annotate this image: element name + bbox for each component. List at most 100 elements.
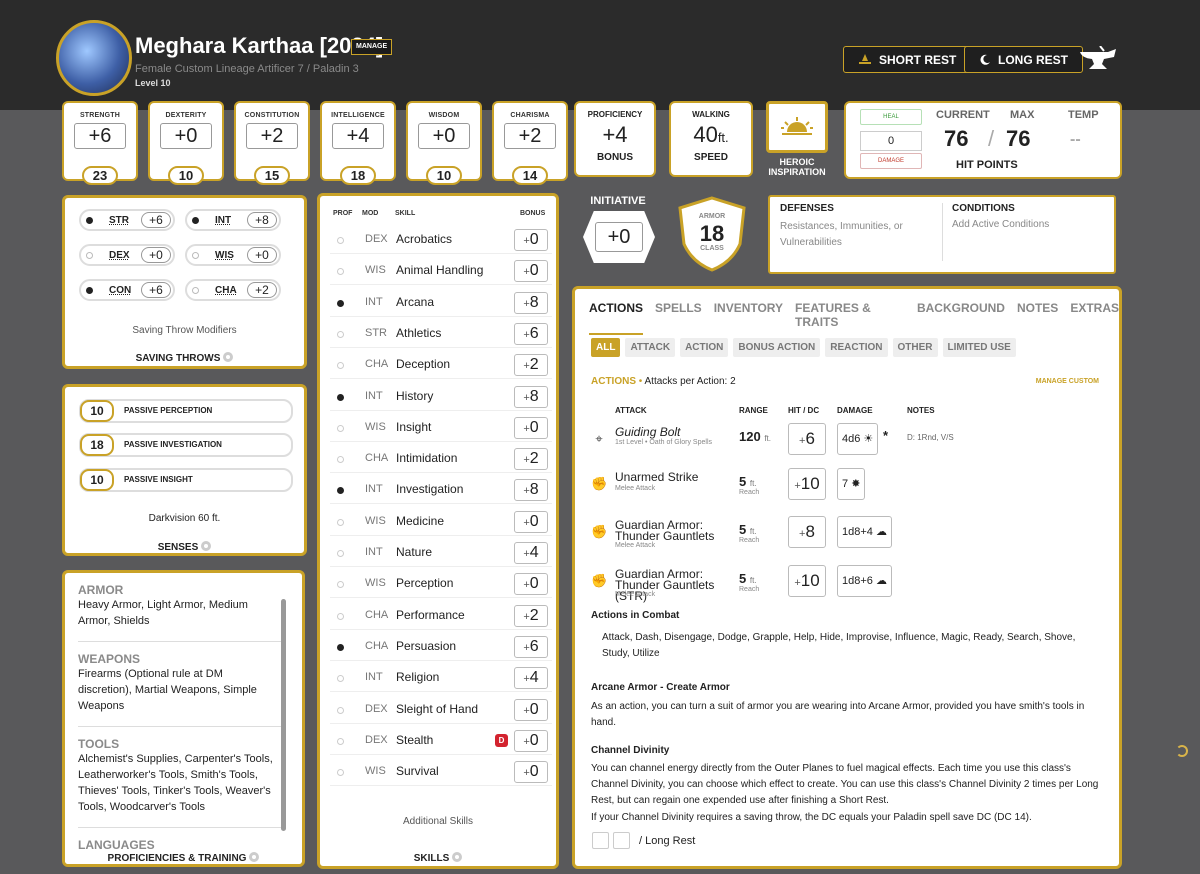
- skill-row[interactable]: INT Religion +4: [330, 664, 552, 693]
- attack-row[interactable]: ✊ Unarmed Strike Melee Attack 5 ft. Reac…: [589, 468, 1109, 508]
- attack-damage-button[interactable]: 4d6 ☀: [837, 423, 879, 455]
- tab-features-traits[interactable]: FEATURES & TRAITS: [795, 301, 905, 335]
- filter-action[interactable]: ACTION: [680, 338, 729, 357]
- skill-row[interactable]: INT Arcana +8: [330, 289, 552, 317]
- attack-hit-button[interactable]: +10: [788, 468, 826, 500]
- skill-row[interactable]: WIS Survival +0: [330, 758, 552, 787]
- heal-button[interactable]: HEAL: [860, 109, 922, 125]
- manage-button[interactable]: MANAGE: [351, 39, 393, 55]
- attack-row[interactable]: ✊ Guardian Armor: Thunder Gauntlets Mele…: [589, 516, 1109, 556]
- filter-limited-use[interactable]: LIMITED USE: [942, 338, 1016, 357]
- gear-icon[interactable]: [452, 852, 463, 862]
- ability-constitution[interactable]: CONSTITUTION +2 15: [234, 101, 310, 185]
- skill-row[interactable]: DEX Stealth D +0: [330, 727, 552, 755]
- filter-all[interactable]: ALL: [591, 338, 621, 357]
- skill-ability: WIS: [365, 577, 386, 590]
- use-checkbox[interactable]: [613, 832, 630, 849]
- skill-row[interactable]: INT History +8: [330, 383, 552, 411]
- gear-icon[interactable]: [249, 852, 260, 862]
- moon-icon: [980, 54, 990, 65]
- gear-icon[interactable]: [223, 352, 234, 362]
- radiant-damage-icon: ☀: [863, 433, 874, 445]
- skill-row[interactable]: DEX Sleight of Hand +0: [330, 696, 552, 724]
- skill-row[interactable]: WIS Perception +0: [330, 570, 552, 599]
- ability-strength[interactable]: STRENGTH +6 23: [62, 101, 138, 185]
- prof-text: Alchemist's Supplies, Carpenter's Tools,…: [78, 753, 273, 813]
- save-wis[interactable]: WIS +0: [185, 244, 281, 266]
- tab-actions[interactable]: ACTIONS: [589, 301, 643, 335]
- skill-row[interactable]: INT Nature +4: [330, 539, 552, 567]
- save-cha[interactable]: CHA +2: [185, 279, 281, 301]
- tab-notes[interactable]: NOTES: [1017, 301, 1058, 335]
- attack-damage-button[interactable]: 1d8+6 ☁: [837, 565, 892, 597]
- skill-row[interactable]: STR Athletics +6: [330, 320, 552, 348]
- initiative-box[interactable]: +0: [583, 211, 655, 263]
- disadvantage-icon: D: [495, 733, 508, 747]
- attack-row[interactable]: ⌖ Guiding Bolt 1st Level • Oath of Glory…: [589, 423, 1109, 463]
- skill-bonus: +8: [514, 385, 548, 408]
- skill-row[interactable]: INT Investigation +8: [330, 476, 552, 505]
- skill-name: Animal Handling: [396, 263, 484, 278]
- skill-row[interactable]: CHA Intimidation +2: [330, 445, 552, 474]
- attack-hit-button[interactable]: +8: [788, 516, 826, 548]
- long-rest-button[interactable]: LONG REST: [964, 46, 1084, 73]
- saving-throw-modifiers[interactable]: Saving Throw Modifiers: [65, 325, 304, 336]
- short-rest-button[interactable]: SHORT REST: [843, 46, 972, 73]
- filter-attack[interactable]: ATTACK: [625, 338, 676, 357]
- attack-damage-button[interactable]: 1d8+4 ☁: [837, 516, 892, 548]
- armor-class-shield[interactable]: ARMOR 18 CLASS: [676, 196, 748, 272]
- manage-custom-link[interactable]: MANAGE CUSTOM: [1036, 378, 1099, 385]
- skill-row[interactable]: WIS Insight +0: [330, 414, 552, 442]
- hp-change-input[interactable]: 0: [860, 131, 922, 151]
- senses-panel: 10 PASSIVE PERCEPTION 18 PASSIVE INVESTI…: [62, 384, 307, 556]
- tab-extras[interactable]: EXTRAS: [1070, 301, 1119, 335]
- armor-class-value: 18: [699, 221, 725, 246]
- skill-name: Investigation: [396, 482, 464, 497]
- filter-bonus-action[interactable]: BONUS ACTION: [733, 338, 821, 357]
- skill-bonus: +6: [514, 322, 548, 345]
- filter-reaction[interactable]: REACTION: [825, 338, 888, 357]
- attack-hit-button[interactable]: +6: [788, 423, 826, 455]
- damage-button[interactable]: DAMAGE: [860, 153, 922, 169]
- save-int[interactable]: INT +8: [185, 209, 281, 231]
- skill-row[interactable]: CHA Deception +2: [330, 351, 552, 380]
- ability-intelligence[interactable]: INTELLIGENCE +4 18: [320, 101, 396, 185]
- proficiencies-panel: ARMOR Heavy Armor, Light Armor, Medium A…: [62, 570, 305, 867]
- proficiency-dot: [337, 424, 344, 432]
- ability-wisdom[interactable]: WISDOM +0 10: [406, 101, 482, 185]
- temp-hp[interactable]: --: [1070, 131, 1081, 149]
- filter-other[interactable]: OTHER: [892, 338, 938, 357]
- ability-dexterity[interactable]: DEXTERITY +0 10: [148, 101, 224, 185]
- heroic-inspiration-toggle[interactable]: [766, 101, 828, 153]
- save-str[interactable]: STR +6: [79, 209, 175, 231]
- gear-icon[interactable]: [201, 541, 212, 551]
- save-value: +8: [247, 212, 277, 228]
- current-hp[interactable]: 76: [944, 126, 968, 152]
- skill-bonus: +0: [514, 260, 548, 283]
- skill-ability: WIS: [365, 420, 386, 433]
- ability-modifier: +4: [332, 123, 384, 149]
- tab-inventory[interactable]: INVENTORY: [714, 301, 783, 335]
- skill-name: Acrobatics: [396, 232, 453, 246]
- skill-row[interactable]: CHA Performance +2: [330, 602, 552, 630]
- ability-charisma[interactable]: CHARISMA +2 14: [492, 101, 568, 185]
- skill-row[interactable]: CHA Persuasion +6: [330, 633, 552, 661]
- additional-skills[interactable]: Additional Skills: [320, 816, 556, 827]
- attack-hit-button[interactable]: +10: [788, 565, 826, 597]
- skill-row[interactable]: DEX Acrobatics +0: [330, 226, 552, 254]
- skill-row[interactable]: WIS Animal Handling +0: [330, 257, 552, 286]
- tab-background[interactable]: BACKGROUND: [917, 301, 1005, 335]
- skill-row[interactable]: WIS Medicine +0: [330, 508, 552, 536]
- anvil-icon[interactable]: [1078, 46, 1118, 74]
- save-dex[interactable]: DEX +0: [79, 244, 175, 266]
- character-avatar[interactable]: [56, 20, 132, 96]
- defenses-conditions-panel[interactable]: DEFENSES Resistances, Immunities, or Vul…: [768, 195, 1116, 274]
- attack-damage-button[interactable]: 7 ✸: [837, 468, 866, 500]
- proficiency-dot: [192, 217, 199, 224]
- channel-divinity-text: You can channel energy directly from the…: [591, 763, 1099, 806]
- attack-row[interactable]: ✊ Guardian Armor: Thunder Gauntlets (STR…: [589, 565, 1109, 605]
- use-checkbox[interactable]: [592, 832, 609, 849]
- tab-spells[interactable]: SPELLS: [655, 301, 702, 335]
- save-con[interactable]: CON +6: [79, 279, 175, 301]
- scrollbar[interactable]: [281, 599, 286, 831]
